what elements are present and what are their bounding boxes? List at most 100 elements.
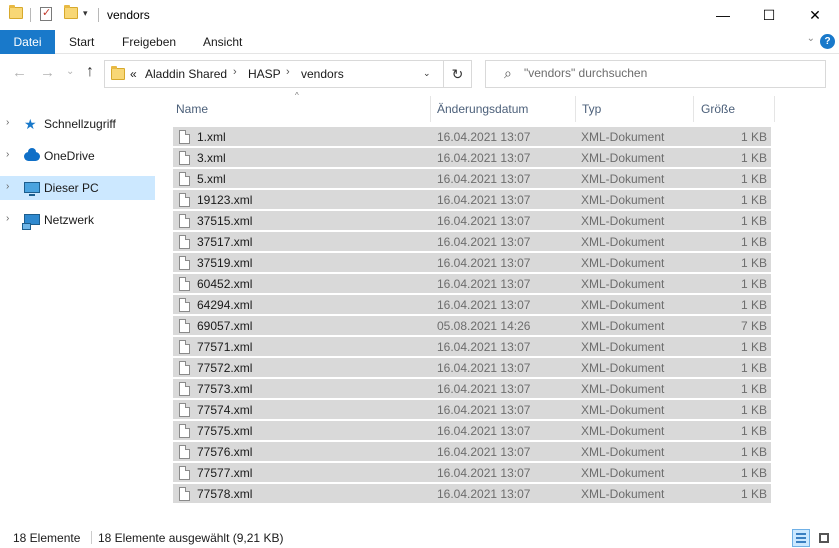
table-row[interactable]: 77573.xml 16.04.2021 13:07 XML-Dokument 1 K… — [173, 379, 771, 399]
table-row[interactable]: 37519.xml 16.04.2021 13:07 XML-Dokument 1 K… — [173, 253, 771, 273]
properties-icon[interactable] — [40, 6, 52, 21]
file-size: 1 KB — [740, 235, 767, 249]
close-button[interactable]: ✕ — [792, 0, 838, 30]
up-button[interactable]: ↑ — [86, 63, 94, 81]
file-name: 37517.xml — [197, 235, 253, 249]
breadcrumb-separator-icon[interactable]: › — [286, 66, 290, 78]
back-button[interactable]: ← — [12, 64, 27, 81]
tab-view[interactable]: Ansicht — [203, 30, 242, 54]
file-size: 1 KB — [740, 445, 767, 459]
file-icon — [179, 214, 190, 228]
large-icons-view-button[interactable] — [815, 529, 833, 547]
file-name: 77574.xml — [197, 403, 253, 417]
computer-icon — [24, 182, 40, 196]
minimize-button[interactable]: — — [700, 0, 746, 30]
file-size: 1 KB — [740, 151, 767, 165]
address-bar[interactable]: « Aladdin Shared › HASP › vendors ⌄ — [104, 60, 444, 88]
breadcrumb-separator-icon[interactable]: › — [233, 66, 237, 78]
chevron-right-icon[interactable]: › — [6, 213, 9, 224]
file-type: XML-Dokument — [581, 151, 665, 165]
file-date: 16.04.2021 13:07 — [437, 487, 531, 501]
help-icon[interactable]: ? — [820, 34, 835, 49]
search-icon: ⌕ — [504, 65, 512, 81]
table-row[interactable]: 5.xml 16.04.2021 13:07 XML-Dokument 1 KB — [173, 169, 771, 189]
cloud-icon — [24, 148, 40, 161]
file-size: 7 KB — [740, 319, 767, 333]
file-size: 1 KB — [740, 403, 767, 417]
breadcrumb-aladdin-shared[interactable]: Aladdin Shared — [145, 67, 227, 81]
file-name: 77573.xml — [197, 382, 253, 396]
file-name: 64294.xml — [197, 298, 253, 312]
breadcrumb-vendors[interactable]: vendors — [301, 67, 344, 81]
table-row[interactable]: 77578.xml 16.04.2021 13:07 XML-Dokument 1 K… — [173, 484, 771, 504]
sidebar-item-this-pc[interactable]: › Dieser PC — [0, 176, 155, 200]
table-row[interactable]: 77577.xml 16.04.2021 13:07 XML-Dokument 1 K… — [173, 463, 771, 483]
tab-start[interactable]: Start — [69, 30, 94, 54]
column-header-size[interactable]: Größe — [694, 96, 774, 122]
status-bar: 18 Elemente 18 Elemente ausgewählt (9,21… — [0, 526, 839, 548]
sidebar-item-network[interactable]: › Netzwerk — [0, 208, 155, 232]
recent-locations-icon[interactable]: ⌄ — [66, 66, 74, 77]
breadcrumb-overflow-icon[interactable]: « — [130, 67, 137, 81]
quick-access-dropdown-icon[interactable]: ▾ — [83, 8, 88, 19]
file-date: 16.04.2021 13:07 — [437, 445, 531, 459]
expand-ribbon-icon[interactable]: ⌄ — [807, 33, 815, 44]
table-row[interactable]: 69057.xml 05.08.2021 14:26 XML-Dokument 7 K… — [173, 316, 771, 336]
file-icon — [179, 382, 190, 396]
table-row[interactable]: 64294.xml 16.04.2021 13:07 XML-Dokument 1 K… — [173, 295, 771, 315]
file-type: XML-Dokument — [581, 256, 665, 270]
new-folder-icon[interactable] — [64, 5, 78, 19]
star-icon: ★ — [24, 116, 37, 132]
file-type: XML-Dokument — [581, 235, 665, 249]
tab-file[interactable]: Datei — [0, 30, 55, 54]
file-date: 16.04.2021 13:07 — [437, 235, 531, 249]
refresh-button[interactable]: ↻ — [444, 60, 472, 88]
table-row[interactable]: 60452.xml 16.04.2021 13:07 XML-Dokument 1 K… — [173, 274, 771, 294]
tab-share[interactable]: Freigeben — [122, 30, 176, 54]
column-header-label: Größe — [701, 102, 736, 116]
file-type: XML-Dokument — [581, 424, 665, 438]
file-name: 19123.xml — [197, 193, 253, 207]
file-date: 16.04.2021 13:07 — [437, 193, 531, 207]
column-header-label: Name — [176, 102, 209, 116]
maximize-button[interactable]: ☐ — [746, 0, 792, 30]
forward-button[interactable]: → — [40, 64, 55, 81]
column-header-name[interactable]: Name — [170, 96, 430, 122]
chevron-right-icon[interactable]: › — [6, 181, 9, 192]
details-view-button[interactable] — [792, 529, 810, 547]
column-divider[interactable] — [774, 96, 775, 122]
table-row[interactable]: 77576.xml 16.04.2021 13:07 XML-Dokument 1 K… — [173, 442, 771, 462]
file-name: 5.xml — [197, 172, 226, 186]
chevron-right-icon[interactable]: › — [6, 149, 9, 160]
sidebar-item-onedrive[interactable]: › OneDrive — [0, 144, 155, 168]
file-size: 1 KB — [740, 214, 767, 228]
table-row[interactable]: 77574.xml 16.04.2021 13:07 XML-Dokument 1 K… — [173, 400, 771, 420]
file-name: 77576.xml — [197, 445, 253, 459]
table-row[interactable]: 3.xml 16.04.2021 13:07 XML-Dokument 1 KB — [173, 148, 771, 168]
file-name: 77575.xml — [197, 424, 253, 438]
sidebar-item-label: Dieser PC — [44, 181, 99, 195]
table-row[interactable]: 77572.xml 16.04.2021 13:07 XML-Dokument 1 K… — [173, 358, 771, 378]
address-dropdown-icon[interactable]: ⌄ — [423, 68, 431, 79]
sidebar-item-quick-access[interactable]: › ★ Schnellzugriff — [0, 112, 155, 136]
table-row[interactable]: 1.xml 16.04.2021 13:07 XML-Dokument 1 KB — [173, 127, 771, 147]
search-input[interactable] — [524, 66, 814, 80]
table-row[interactable]: 37515.xml 16.04.2021 13:07 XML-Dokument 1 K… — [173, 211, 771, 231]
chevron-right-icon[interactable]: › — [6, 117, 9, 128]
breadcrumb-hasp[interactable]: HASP — [248, 67, 281, 81]
table-row[interactable]: 77575.xml 16.04.2021 13:07 XML-Dokument 1 K… — [173, 421, 771, 441]
file-size: 1 KB — [740, 172, 767, 186]
table-row[interactable]: 77571.xml 16.04.2021 13:07 XML-Dokument 1 K… — [173, 337, 771, 357]
ribbon-tabs: Datei Start Freigeben Ansicht ⌄ ? — [0, 30, 839, 54]
file-date: 16.04.2021 13:07 — [437, 382, 531, 396]
file-type: XML-Dokument — [581, 403, 665, 417]
file-size: 1 KB — [740, 298, 767, 312]
file-date: 16.04.2021 13:07 — [437, 130, 531, 144]
file-name: 37519.xml — [197, 256, 253, 270]
column-header-date[interactable]: Änderungsdatum — [431, 96, 575, 122]
table-row[interactable]: 19123.xml 16.04.2021 13:07 XML-Dokument 1 K… — [173, 190, 771, 210]
search-box[interactable]: ⌕ — [485, 60, 826, 88]
table-row[interactable]: 37517.xml 16.04.2021 13:07 XML-Dokument 1 K… — [173, 232, 771, 252]
file-icon — [179, 424, 190, 438]
column-header-type[interactable]: Typ — [576, 96, 693, 122]
